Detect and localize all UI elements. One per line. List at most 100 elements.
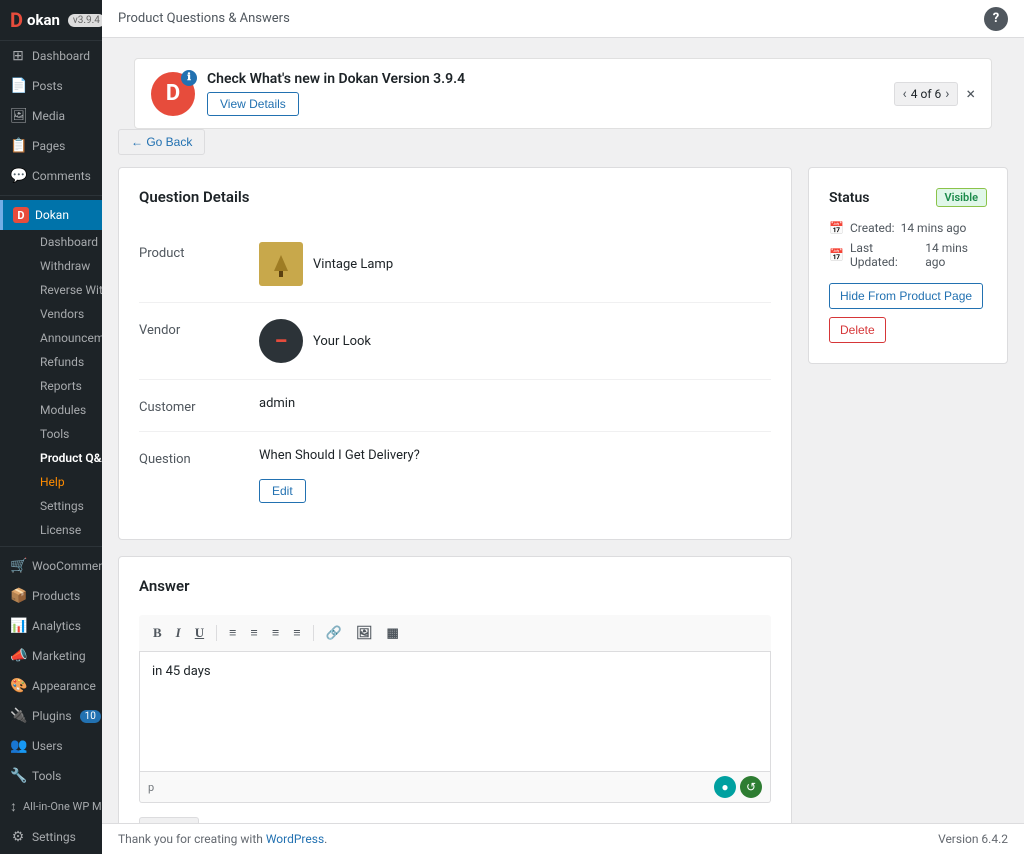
editor-content: in 45 days xyxy=(152,664,211,679)
products-icon: 📦 xyxy=(10,588,26,604)
sidebar-item-dokan-tools[interactable]: Tools xyxy=(20,422,102,446)
sidebar-item-dokan-license[interactable]: License xyxy=(20,518,102,542)
question-row: Question When Should I Get Delivery? Edi… xyxy=(139,432,771,519)
sidebar-item-label: All-in-One WP Migration xyxy=(23,800,102,813)
media-icon: 🖼 xyxy=(10,108,26,124)
sidebar-item-dokan-help[interactable]: Help xyxy=(20,470,102,494)
sidebar-item-label: Posts xyxy=(32,79,63,93)
customer-row: Customer admin xyxy=(139,380,771,432)
editor-teal-icon[interactable]: ● xyxy=(714,776,736,798)
notice-left: D ℹ Check What's new in Dokan Version 3.… xyxy=(151,71,465,116)
product-name: Vintage Lamp xyxy=(313,257,393,272)
sidebar-item-dokan-refunds[interactable]: Refunds xyxy=(20,350,102,374)
align-justify-button[interactable]: ≡ xyxy=(289,623,304,643)
editor-toolbar: B I U ≡ ≡ ≡ ≡ 🔗 🖼 ▦ xyxy=(139,615,771,652)
sidebar-item-dokan-vendors[interactable]: Vendors xyxy=(20,302,102,326)
updated-value: 14 mins ago xyxy=(925,241,987,269)
notice-nav: ‹ 4 of 6 › xyxy=(894,82,959,106)
bold-button[interactable]: B xyxy=(149,623,166,643)
content-grid: Question Details Product xyxy=(118,167,1008,823)
help-button[interactable]: ? xyxy=(984,7,1008,31)
version-badge: v3.9.4 xyxy=(68,14,102,27)
sidebar-item-settings[interactable]: ⚙ Settings xyxy=(0,822,102,852)
sidebar-item-dokan-reverse[interactable]: Reverse Withdrawal xyxy=(20,278,102,302)
marketing-icon: 📣 xyxy=(10,648,26,664)
delete-button[interactable]: Delete xyxy=(829,317,886,343)
users-icon: 👥 xyxy=(10,738,26,754)
woocommerce-icon: 🛒 xyxy=(10,558,26,574)
sidebar-item-analytics[interactable]: 📊 Analytics xyxy=(0,611,102,641)
calendar-icon: 📅 xyxy=(829,221,844,235)
sidebar-item-media[interactable]: 🖼 Media xyxy=(0,101,102,131)
dashboard-icon: ⊞ xyxy=(10,48,26,64)
sidebar-item-dokan-announcements[interactable]: Announcements xyxy=(20,326,102,350)
question-details-card: Question Details Product xyxy=(118,167,792,540)
sidebar-item-label: Media xyxy=(32,109,65,123)
view-details-button[interactable]: View Details xyxy=(207,92,299,116)
editor-body[interactable]: in 45 days xyxy=(139,652,771,772)
sidebar-item-pages[interactable]: 📋 Pages xyxy=(0,131,102,161)
dokan-logo-text: okan xyxy=(27,11,60,29)
sidebar-item-users[interactable]: 👥 Users xyxy=(0,731,102,761)
sidebar-item-label: Appearance xyxy=(32,679,96,693)
hide-from-product-page-button[interactable]: Hide From Product Page xyxy=(829,283,983,309)
created-label: Created: xyxy=(850,221,895,235)
product-row: Product Vintage Lamp xyxy=(139,226,771,303)
question-label: Question xyxy=(139,448,259,467)
back-button[interactable]: ← Go Back xyxy=(118,129,205,155)
sidebar-item-appearance[interactable]: 🎨 Appearance xyxy=(0,671,102,701)
sidebar-item-comments[interactable]: 💬 Comments xyxy=(0,161,102,191)
sidebar-item-dokan-reports[interactable]: Reports xyxy=(20,374,102,398)
page-title: Product Questions & Answers xyxy=(118,11,290,26)
editor-footer: p ● ↺ xyxy=(139,772,771,803)
italic-button[interactable]: I xyxy=(172,623,185,643)
sidebar-item-posts[interactable]: 📄 Posts xyxy=(0,71,102,101)
editor-green-icon[interactable]: ↺ xyxy=(740,776,762,798)
notice-close-button[interactable]: × xyxy=(966,84,975,103)
edit-button[interactable]: Edit xyxy=(259,479,306,503)
align-left-button[interactable]: ≡ xyxy=(225,623,240,643)
sidebar-item-dokan-dashboard[interactable]: Dashboard xyxy=(20,230,102,254)
main-column: Question Details Product xyxy=(118,167,792,823)
align-center-button[interactable]: ≡ xyxy=(247,623,262,643)
plugins-badge: 10 xyxy=(80,710,101,723)
sidebar-item-label: Analytics xyxy=(32,619,81,633)
updated-label: Last Updated: xyxy=(850,241,919,269)
notice-prev-button[interactable]: ‹ xyxy=(903,86,907,102)
product-value: Vintage Lamp xyxy=(259,242,771,286)
table-button[interactable]: ▦ xyxy=(383,623,403,643)
answer-card: Answer B I U ≡ ≡ ≡ ≡ 🔗 xyxy=(118,556,792,823)
underline-button[interactable]: U xyxy=(191,623,208,643)
vendor-name: Your Look xyxy=(313,334,371,349)
sidebar-item-marketing[interactable]: 📣 Marketing xyxy=(0,641,102,671)
vendor-label: Vendor xyxy=(139,319,259,338)
sidebar-item-migration[interactable]: ↕ All-in-One WP Migration xyxy=(0,791,102,822)
pages-icon: 📋 xyxy=(10,138,26,154)
sidebar-item-tools[interactable]: 🔧 Tools xyxy=(0,761,102,791)
sidebar-item-dashboard[interactable]: ⊞ Dashboard xyxy=(0,41,102,71)
link-button[interactable]: 🔗 xyxy=(322,623,346,643)
status-card: Status Visible 📅 Created: 14 mins ago 📅 … xyxy=(808,167,1008,364)
notice-banner: D ℹ Check What's new in Dokan Version 3.… xyxy=(134,58,992,129)
plugins-icon: 🔌 xyxy=(10,708,26,724)
sidebar-item-label: Tools xyxy=(32,769,61,783)
sidebar-item-dokan-withdraw[interactable]: Withdraw xyxy=(20,254,102,278)
sidebar-item-dokan-modules[interactable]: Modules xyxy=(20,398,102,422)
sidebar-item-products[interactable]: 📦 Products xyxy=(0,581,102,611)
comments-icon: 💬 xyxy=(10,168,26,184)
footer-text: Thank you for creating with WordPress. xyxy=(118,832,327,846)
wordpress-link[interactable]: WordPress xyxy=(266,832,324,846)
vendor-value: − Your Look xyxy=(259,319,771,363)
sidebar-item-dokan[interactable]: D Dokan xyxy=(0,200,102,230)
align-right-button[interactable]: ≡ xyxy=(268,623,283,643)
sidebar-item-dokan-settings[interactable]: Settings xyxy=(20,494,102,518)
image-button[interactable]: 🖼 xyxy=(352,623,377,643)
editor-footer-icons: ● ↺ xyxy=(714,776,762,798)
topbar: Product Questions & Answers ? xyxy=(102,0,1024,38)
settings-icon: ⚙ xyxy=(10,829,26,845)
customer-label: Customer xyxy=(139,396,259,415)
sidebar-item-dokan-product-qa[interactable]: Product Q&A 2 xyxy=(20,446,102,470)
sidebar-item-woocommerce[interactable]: 🛒 WooCommerce xyxy=(0,551,102,581)
notice-next-button[interactable]: › xyxy=(945,86,949,102)
sidebar-item-plugins[interactable]: 🔌 Plugins 10 xyxy=(0,701,102,731)
